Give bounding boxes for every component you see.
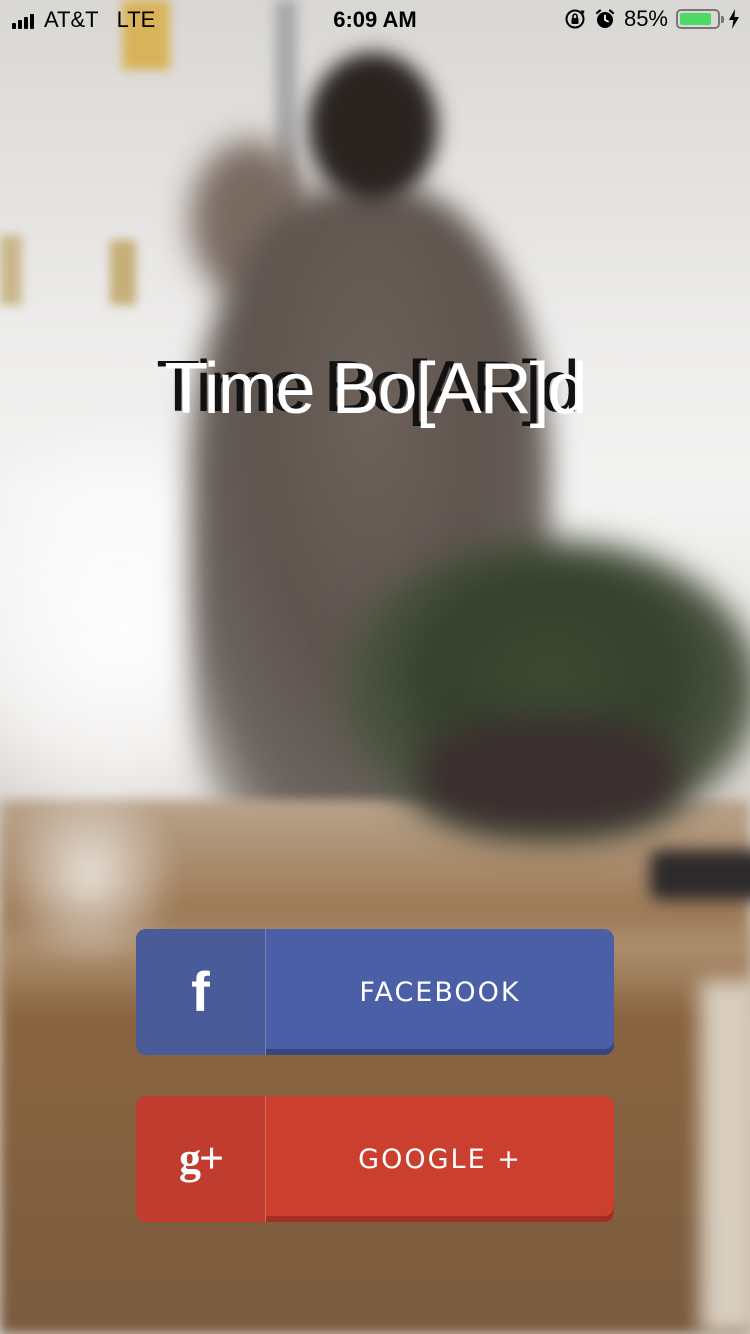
google-login-label: GOOGLE + [358, 1143, 522, 1175]
login-screen: AT&T LTE 6:09 AM 85% Time Bo[AR]d Time B… [0, 0, 750, 1334]
battery-icon [676, 9, 724, 29]
google-login-button[interactable]: g+ GOOGLE + [136, 1096, 614, 1222]
facebook-login-label: FACEBOOK [359, 976, 521, 1008]
battery-level-fill [680, 13, 711, 25]
google-plus-icon-glyph: g+ [178, 1134, 224, 1183]
status-right: 85% [564, 7, 740, 31]
battery-percent: 85% [623, 6, 668, 31]
orientation-lock-icon [565, 9, 585, 29]
status-bar: AT&T LTE 6:09 AM 85% [0, 0, 750, 40]
facebook-login-button[interactable]: f FACEBOOK [136, 929, 614, 1055]
alarm-clock-icon [595, 9, 615, 28]
charging-bolt-icon [729, 9, 739, 29]
facebook-icon-glyph: f [191, 960, 210, 1023]
facebook-icon: f [136, 929, 266, 1055]
app-title-text: Time Bo[AR]d [164, 349, 587, 429]
google-plus-icon: g+ [136, 1096, 266, 1222]
app-title: Time Bo[AR]d Time Bo[AR]d [0, 340, 750, 440]
